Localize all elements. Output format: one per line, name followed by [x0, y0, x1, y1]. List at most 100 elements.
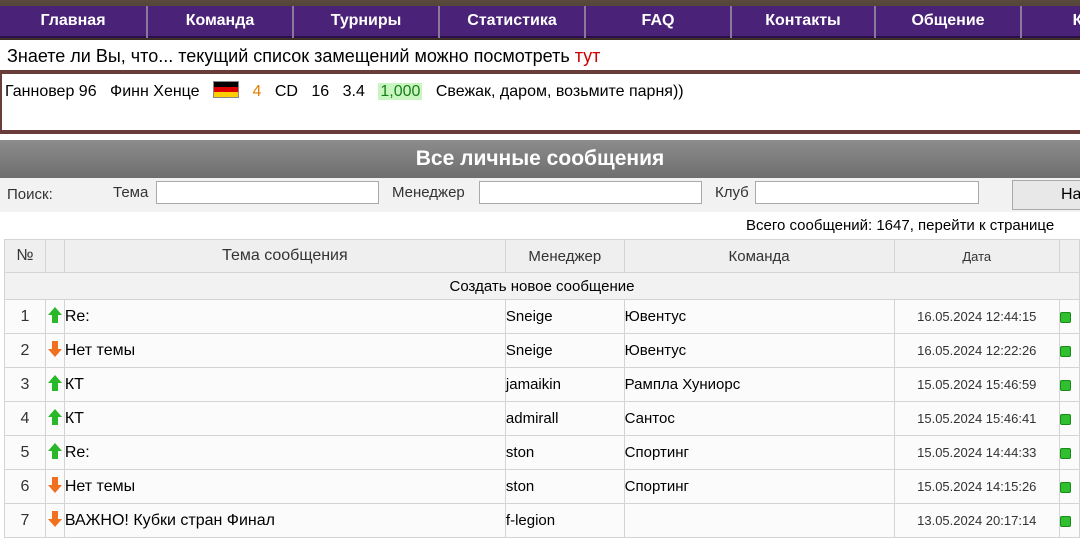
- row-date: 15.05.2024 15:46:41: [893, 401, 1061, 436]
- table-row[interactable]: 4 КТ admirall Сантос 15.05.2024 15:46:41: [4, 401, 1080, 436]
- table-row[interactable]: 2 Нет темы Sneige Ювентус 16.05.2024 12:22:2…: [4, 333, 1080, 368]
- col-direction: [44, 239, 65, 273]
- tip-banner: Знаете ли Вы, что... текущий список заме…: [0, 40, 1080, 74]
- search-button[interactable]: На: [1012, 180, 1080, 210]
- row-subject[interactable]: КТ: [63, 401, 506, 436]
- search-bar: Поиск: Тема Менеджер Клуб На: [0, 178, 1080, 212]
- transfer-age: 4: [252, 83, 262, 100]
- row-status: [1059, 503, 1080, 538]
- row-team[interactable]: [623, 503, 895, 538]
- arrow-up-icon: [47, 306, 62, 323]
- row-date: 15.05.2024 15:46:59: [893, 367, 1061, 402]
- col-number: №: [4, 239, 46, 273]
- row-number: 2: [4, 333, 46, 368]
- col-date[interactable]: Дата: [893, 239, 1061, 273]
- transfer-price: 1,000: [378, 83, 423, 100]
- transfer-position: CD: [274, 83, 298, 100]
- row-team[interactable]: Ювентус: [623, 299, 895, 334]
- row-status: [1059, 333, 1080, 368]
- nav-item-tournaments[interactable]: Турниры: [294, 6, 440, 38]
- table-row[interactable]: 6 Нет темы ston Спортинг 15.05.2024 14:15:26: [4, 469, 1080, 504]
- row-subject[interactable]: ВАЖНО! Кубки стран Финал: [63, 503, 506, 538]
- messages-table: Создать новое сообщение № Тема сообщения…: [4, 239, 1080, 538]
- nav-item-contacts[interactable]: Контакты: [732, 6, 876, 38]
- tip-link[interactable]: тут: [575, 46, 601, 66]
- row-number: 3: [4, 367, 46, 402]
- row-manager[interactable]: f-legion: [504, 503, 625, 538]
- col-status: [1059, 239, 1080, 273]
- club-label: Клуб: [715, 184, 749, 201]
- read-status-icon: [1060, 447, 1071, 459]
- row-status: [1059, 435, 1080, 470]
- transfer-value1: 16: [311, 83, 330, 100]
- incoming-arrow-icon: [44, 367, 65, 402]
- arrow-down-icon: [47, 340, 62, 357]
- table-row[interactable]: 3 КТ jamaikin Рампла Хуниорс 15.05.2024 15:4…: [4, 367, 1080, 402]
- transfer-ticker: Ганновер 96 Финн Хенце 4 CD 16 3.4 1,000…: [0, 74, 1080, 134]
- read-status-icon: [1060, 515, 1071, 527]
- manager-label: Менеджер: [392, 184, 465, 201]
- create-message-link[interactable]: Создать новое сообщение: [4, 272, 1080, 300]
- nav-item-more[interactable]: Ка: [1022, 6, 1080, 38]
- col-subject[interactable]: Тема сообщения: [63, 239, 506, 273]
- read-status-icon: [1060, 413, 1071, 425]
- row-status: [1059, 401, 1080, 436]
- transfer-player[interactable]: Финн Хенце: [110, 83, 200, 100]
- row-subject[interactable]: Нет темы: [63, 333, 506, 368]
- search-label: Поиск:: [7, 186, 53, 203]
- row-status: [1059, 367, 1080, 402]
- nav-item-team[interactable]: Команда: [148, 6, 294, 38]
- row-status: [1059, 299, 1080, 334]
- row-subject[interactable]: Re:: [63, 435, 506, 470]
- row-manager[interactable]: jamaikin: [504, 367, 625, 402]
- row-date: 15.05.2024 14:44:33: [893, 435, 1061, 470]
- topic-input[interactable]: [156, 181, 379, 204]
- row-manager[interactable]: admirall: [504, 401, 625, 436]
- row-date: 15.05.2024 14:15:26: [893, 469, 1061, 504]
- row-team[interactable]: Рампла Хуниорс: [623, 367, 895, 402]
- row-number: 1: [4, 299, 46, 334]
- row-date: 13.05.2024 20:17:14: [893, 503, 1061, 538]
- incoming-arrow-icon: [44, 401, 65, 436]
- row-team[interactable]: Сантос: [623, 401, 895, 436]
- table-row[interactable]: 1 Re: Sneige Ювентус 16.05.2024 12:44:15: [4, 299, 1080, 334]
- messages-summary: Всего сообщений: 1647, перейти к страниц…: [746, 217, 1055, 234]
- row-subject[interactable]: КТ: [63, 367, 506, 402]
- page-title: Все личные сообщения: [0, 140, 1080, 178]
- manager-input[interactable]: [479, 181, 702, 204]
- row-team[interactable]: Спортинг: [623, 469, 895, 504]
- row-manager[interactable]: ston: [504, 435, 625, 470]
- nav-item-faq[interactable]: FAQ: [586, 6, 732, 38]
- incoming-arrow-icon: [44, 299, 65, 334]
- outgoing-arrow-icon: [44, 469, 65, 504]
- col-manager[interactable]: Менеджер: [504, 239, 625, 273]
- col-team[interactable]: Команда: [623, 239, 895, 273]
- row-number: 7: [4, 503, 46, 538]
- row-manager[interactable]: Sneige: [504, 333, 625, 368]
- germany-flag-icon: [213, 81, 240, 98]
- arrow-up-icon: [47, 374, 62, 391]
- nav-item-home[interactable]: Главная: [0, 6, 148, 38]
- read-status-icon: [1060, 481, 1071, 493]
- row-status: [1059, 469, 1080, 504]
- outgoing-arrow-icon: [44, 333, 65, 368]
- club-input[interactable]: [755, 181, 979, 204]
- incoming-arrow-icon: [44, 435, 65, 470]
- read-status-icon: [1060, 345, 1071, 357]
- row-manager[interactable]: ston: [504, 469, 625, 504]
- transfer-club[interactable]: Ганновер 96: [5, 83, 97, 100]
- row-manager[interactable]: Sneige: [504, 299, 625, 334]
- row-team[interactable]: Спортинг: [623, 435, 895, 470]
- arrow-up-icon: [47, 442, 62, 459]
- row-subject[interactable]: Re:: [63, 299, 506, 334]
- arrow-down-icon: [47, 476, 62, 493]
- table-row[interactable]: 5 Re: ston Спортинг 15.05.2024 14:44:33: [4, 435, 1080, 470]
- row-subject[interactable]: Нет темы: [63, 469, 506, 504]
- row-number: 6: [4, 469, 46, 504]
- table-row[interactable]: 7 ВАЖНО! Кубки стран Финал f-legion 13.05.2…: [4, 503, 1080, 538]
- nav-item-forum[interactable]: Общение: [876, 6, 1022, 38]
- topic-label: Тема: [113, 184, 149, 201]
- nav-item-statistics[interactable]: Статистика: [440, 6, 586, 38]
- row-team[interactable]: Ювентус: [623, 333, 895, 368]
- arrow-up-icon: [47, 408, 62, 425]
